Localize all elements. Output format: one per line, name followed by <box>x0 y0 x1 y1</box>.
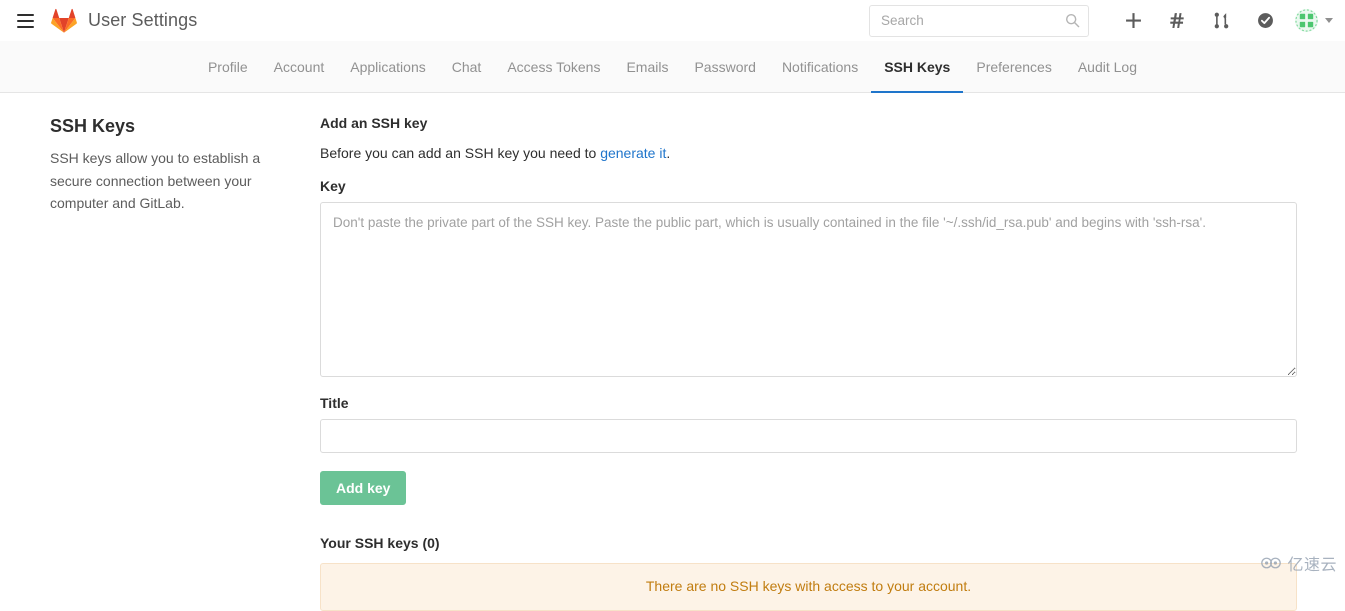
settings-tab-list: Profile Account Applications Chat Access… <box>195 41 1150 93</box>
tab-audit-log[interactable]: Audit Log <box>1065 42 1150 93</box>
key-field-label: Key <box>320 178 346 194</box>
top-bar-actions <box>869 4 1333 38</box>
top-navigation-bar: User Settings <box>0 0 1345 41</box>
hamburger-bar <box>16 19 34 22</box>
hash-icon <box>1169 13 1184 28</box>
no-ssh-keys-alert: There are no SSH keys with access to you… <box>320 563 1297 611</box>
tab-ssh-keys[interactable]: SSH Keys <box>871 42 964 93</box>
title-field-label: Title <box>320 395 349 411</box>
merge-request-icon <box>1214 12 1228 29</box>
user-menu-button[interactable] <box>1295 9 1333 32</box>
your-ssh-keys-heading: Your SSH keys (0) <box>320 535 440 551</box>
generate-key-hint-prefix: Before you can add an SSH key you need t… <box>320 145 601 161</box>
hamburger-bar <box>16 25 34 28</box>
hamburger-menu-icon[interactable] <box>10 6 40 36</box>
tab-emails[interactable]: Emails <box>613 42 681 93</box>
ssh-key-form-column: Add an SSH key Before you can add an SSH… <box>320 115 1345 611</box>
plus-icon <box>1125 13 1141 28</box>
tab-profile[interactable]: Profile <box>195 42 261 93</box>
settings-sidebar-column: SSH Keys SSH keys allow you to establish… <box>0 115 320 583</box>
sidebar-section-title: SSH Keys <box>50 116 136 136</box>
generate-key-hint: Before you can add an SSH key you need t… <box>320 145 1297 161</box>
generate-it-link[interactable]: generate it <box>600 145 666 161</box>
add-ssh-key-heading: Add an SSH key <box>320 115 428 131</box>
generate-key-hint-suffix: . <box>666 145 671 161</box>
tab-notifications[interactable]: Notifications <box>769 42 871 93</box>
chevron-down-icon <box>1325 18 1333 23</box>
search-container <box>869 4 1089 37</box>
tab-account[interactable]: Account <box>261 42 338 93</box>
gitlab-logo-icon[interactable] <box>50 7 78 35</box>
page-content: SSH Keys SSH keys allow you to establish… <box>0 93 1345 611</box>
issues-button[interactable] <box>1160 4 1194 38</box>
tab-access-tokens[interactable]: Access Tokens <box>494 42 613 93</box>
tab-password[interactable]: Password <box>681 42 768 93</box>
add-key-button[interactable]: Add key <box>320 471 407 505</box>
todos-button[interactable] <box>1248 4 1282 38</box>
ssh-key-title-input[interactable] <box>320 419 1297 453</box>
avatar-identicon <box>1295 9 1318 32</box>
sidebar-section-description: SSH keys allow you to establish a secure… <box>50 150 261 211</box>
page-title: User Settings <box>88 10 198 30</box>
hamburger-bar <box>16 13 34 16</box>
new-item-button[interactable] <box>1116 4 1150 38</box>
form-spacer <box>320 377 1297 395</box>
form-spacer <box>320 453 1297 471</box>
ssh-key-textarea[interactable] <box>320 202 1297 377</box>
search-input[interactable] <box>869 4 1089 37</box>
tab-preferences[interactable]: Preferences <box>963 42 1064 93</box>
check-circle-icon <box>1257 13 1273 28</box>
merge-requests-button[interactable] <box>1204 4 1238 38</box>
tab-applications[interactable]: Applications <box>337 42 439 93</box>
settings-tab-bar: Profile Account Applications Chat Access… <box>0 41 1345 93</box>
tab-chat[interactable]: Chat <box>439 42 495 93</box>
